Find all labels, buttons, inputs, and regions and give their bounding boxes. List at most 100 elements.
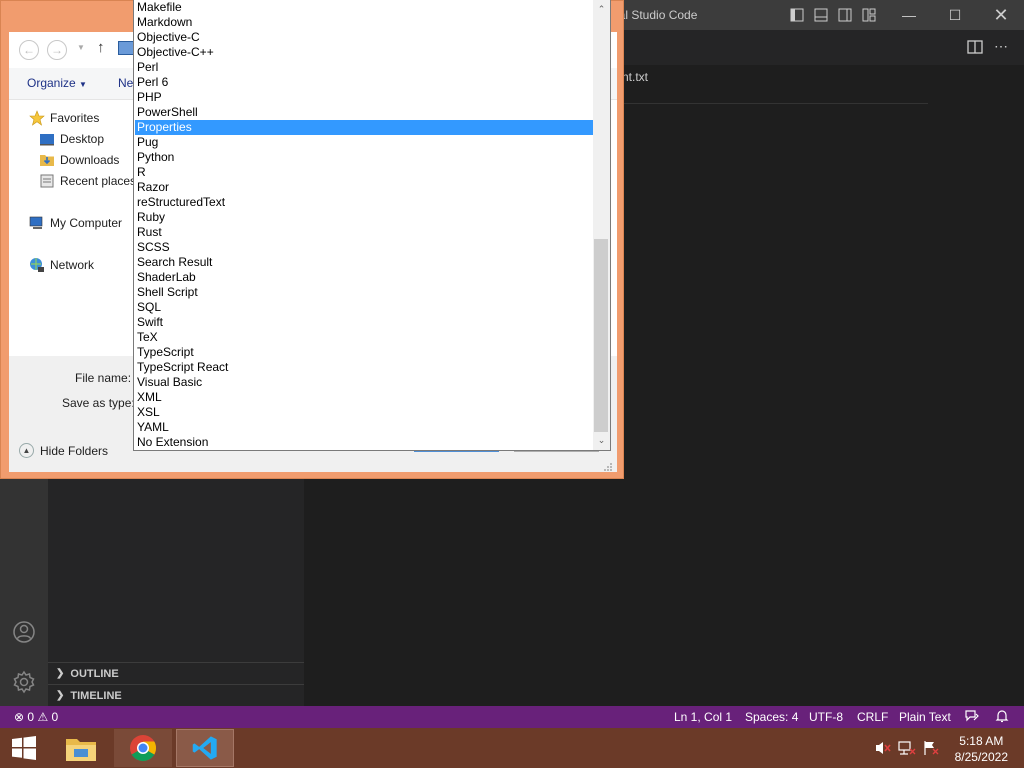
file-type-option[interactable]: SCSS [135, 240, 595, 255]
file-type-option[interactable]: R [135, 165, 595, 180]
split-editor-icon[interactable] [966, 38, 984, 56]
file-type-option[interactable]: YAML [135, 420, 595, 435]
file-type-option[interactable]: Rust [135, 225, 595, 240]
outline-label: OUTLINE [70, 667, 119, 680]
file-type-option[interactable]: Search Result [135, 255, 595, 270]
file-type-option[interactable]: Ruby [135, 210, 595, 225]
speaker-muted-icon[interactable] [874, 740, 892, 756]
tree-item-favorites[interactable]: Favorites [29, 110, 99, 126]
resize-grip-icon[interactable] [603, 462, 613, 472]
recent-places-icon [39, 173, 55, 189]
file-type-option[interactable]: XSL [135, 405, 595, 420]
up-arrow-icon[interactable]: ↑ [97, 39, 105, 56]
window-title: ual Studio Code [612, 8, 698, 22]
tree-item-network[interactable]: Network [29, 257, 94, 273]
network-icon[interactable] [898, 740, 916, 756]
tree-item-my-computer[interactable]: My Computer [29, 215, 122, 231]
file-type-option[interactable]: Objective-C [135, 30, 595, 45]
close-button[interactable]: ✕ [978, 0, 1024, 30]
computer-icon [29, 215, 45, 231]
file-type-option[interactable]: Perl 6 [135, 75, 595, 90]
scrollbar-thumb[interactable] [594, 239, 608, 432]
tree-item-recent-places[interactable]: Recent places [39, 173, 136, 189]
save-as-type-dropdown[interactable]: Makefile Markdown Objective-C Objective-C++… [133, 0, 611, 451]
file-type-option[interactable]: Swift [135, 315, 595, 330]
downloads-folder-icon [39, 152, 55, 168]
new-folder-button[interactable]: Ne [118, 76, 133, 90]
cursor-position[interactable]: Ln 1, Col 1 [674, 710, 732, 724]
tree-item-desktop[interactable]: Desktop [39, 131, 104, 147]
toggle-primary-sidebar-icon[interactable] [788, 6, 806, 24]
accounts-icon[interactable] [12, 620, 36, 644]
scroll-down-arrow-icon[interactable]: ⌄ [593, 432, 610, 449]
taskbar-vscode[interactable] [176, 729, 234, 767]
file-type-option[interactable]: No Extension [135, 435, 595, 450]
timeline-section[interactable]: ❯ TIMELINE [48, 684, 304, 706]
error-icon: ⊗ [14, 710, 25, 724]
file-type-option[interactable]: Makefile [135, 0, 595, 15]
back-arrow-icon[interactable]: ← [19, 40, 39, 60]
start-button[interactable] [0, 728, 48, 768]
tab-divider [622, 103, 928, 104]
file-type-option[interactable]: SQL [135, 300, 595, 315]
file-type-option[interactable]: Python [135, 150, 595, 165]
timeline-label: TIMELINE [70, 689, 122, 702]
maximize-button[interactable]: ☐ [932, 0, 978, 30]
chevron-right-icon: ❯ [56, 690, 65, 701]
recent-locations-chevron-icon[interactable]: ▼ [77, 43, 85, 52]
feedback-icon[interactable] [964, 708, 980, 727]
toggle-secondary-sidebar-icon[interactable] [836, 6, 854, 24]
end-of-line[interactable]: CRLF [857, 710, 888, 724]
file-type-option[interactable]: TeX [135, 330, 595, 345]
system-clock[interactable]: 5:18 AM 8/25/2022 [955, 733, 1008, 765]
file-type-option[interactable]: Razor [135, 180, 595, 195]
file-type-option[interactable]: Objective-C++ [135, 45, 595, 60]
file-type-option[interactable]: reStructuredText [135, 195, 595, 210]
file-type-option[interactable]: ShaderLab [135, 270, 595, 285]
folder-icon [66, 739, 96, 761]
hide-folders-button[interactable]: ▲ Hide Folders [19, 443, 108, 458]
vscode-icon [192, 736, 217, 760]
taskbar: 5:18 AM 8/25/2022 [0, 728, 1024, 768]
windows-logo-icon [12, 736, 36, 760]
file-type-option[interactable]: PowerShell [135, 105, 595, 120]
taskbar-file-explorer[interactable] [52, 729, 110, 767]
warning-icon: ⚠ [37, 710, 49, 724]
manage-gear-icon[interactable] [12, 670, 36, 694]
outline-section[interactable]: ❯ OUTLINE [48, 662, 304, 684]
tree-item-downloads[interactable]: Downloads [39, 152, 119, 168]
file-type-option[interactable]: TypeScript React [135, 360, 595, 375]
layout-controls [788, 6, 878, 24]
file-type-option[interactable]: Pug [135, 135, 595, 150]
minimize-button[interactable]: — [886, 0, 932, 30]
file-name-label: File name: [75, 371, 132, 385]
organize-menu[interactable]: Organize ▼ [27, 76, 87, 90]
file-type-option[interactable]: TypeScript [135, 345, 595, 360]
more-actions-icon[interactable]: ⋯ [994, 38, 1008, 55]
forward-arrow-icon[interactable]: → [47, 40, 67, 60]
file-type-option[interactable]: XML [135, 390, 595, 405]
customize-layout-icon[interactable] [860, 6, 878, 24]
toggle-panel-icon[interactable] [812, 6, 830, 24]
dropdown-scrollbar[interactable]: ⌃ ⌄ [593, 0, 610, 450]
file-type-option[interactable]: PHP [135, 90, 595, 105]
file-type-option[interactable]: Shell Script [135, 285, 595, 300]
problems-indicator[interactable]: ⊗ 0 ⚠ 0 [14, 710, 58, 724]
file-type-option[interactable]: Markdown [135, 15, 595, 30]
indentation[interactable]: Spaces: 4 [745, 710, 798, 724]
file-type-option[interactable]: Perl [135, 60, 595, 75]
editor-tab-label[interactable]: nt.txt [622, 70, 648, 84]
file-type-option[interactable]: Visual Basic [135, 375, 595, 390]
file-type-option[interactable]: Properties [135, 120, 595, 135]
notifications-bell-icon[interactable] [994, 708, 1010, 727]
action-center-flag-icon[interactable] [922, 740, 940, 756]
clock-date: 8/25/2022 [954, 750, 1008, 764]
desktop-icon [39, 131, 55, 147]
scroll-up-arrow-icon[interactable]: ⌃ [593, 1, 610, 18]
navigation-pane: Favorites Desktop Downloads Recent place… [9, 100, 139, 356]
language-mode[interactable]: Plain Text [899, 710, 951, 724]
chrome-icon [130, 735, 157, 762]
taskbar-chrome[interactable] [114, 729, 172, 767]
status-bar: ⊗ 0 ⚠ 0 Ln 1, Col 1 Spaces: 4 UTF-8 CRLF… [0, 706, 1024, 728]
encoding[interactable]: UTF-8 [809, 710, 843, 724]
